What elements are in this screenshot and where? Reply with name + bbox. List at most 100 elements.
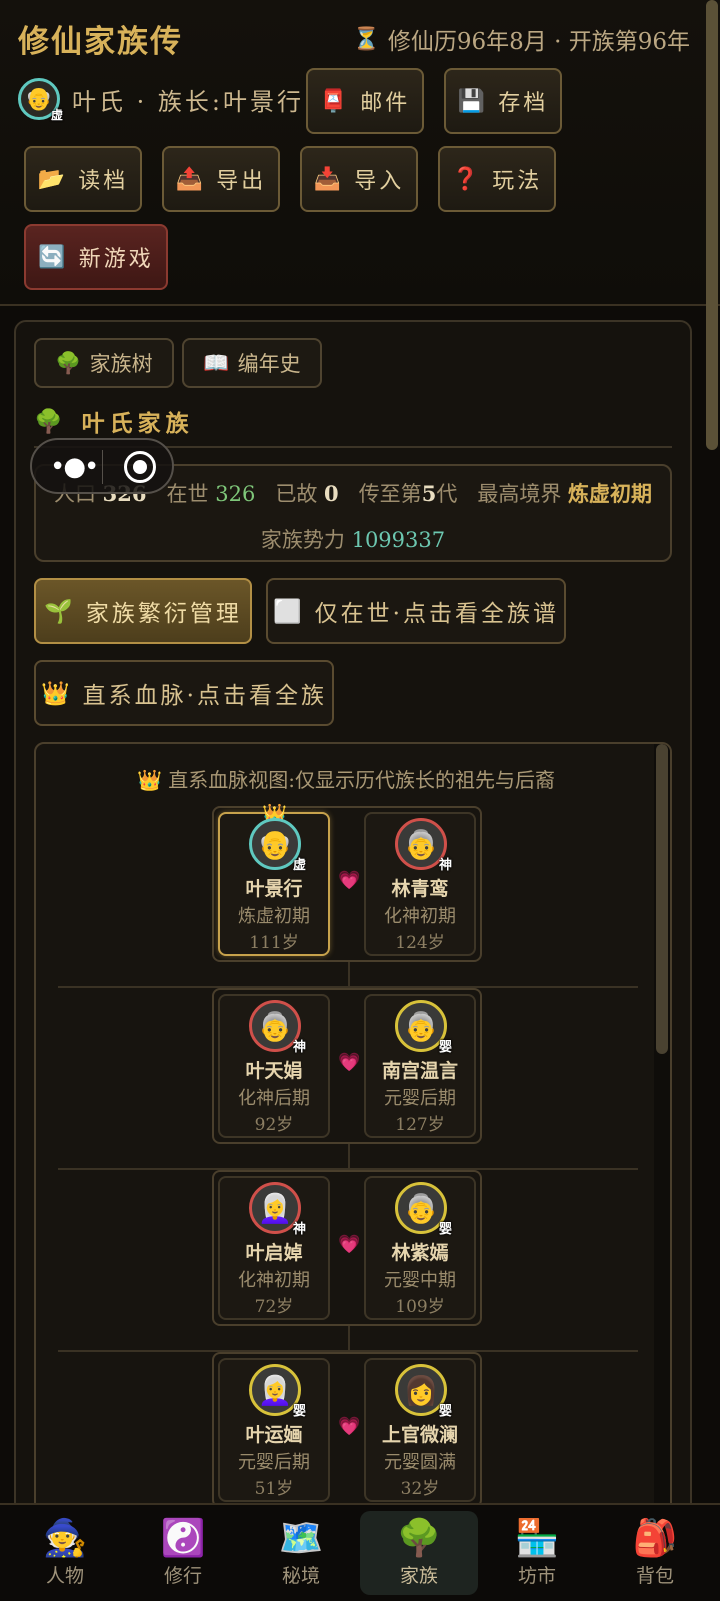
direct-line-toggle[interactable]: 👑 直系血脉·点击看全族 (34, 660, 334, 726)
member-card[interactable]: 👩‍🦳 婴 叶运婳 元婴后期 51岁 (218, 1358, 330, 1502)
member-age: 111岁 (249, 933, 299, 953)
tab-family-tree[interactable]: 🌳 家族树 (34, 338, 174, 388)
woman-icon: 👩 (403, 1373, 439, 1407)
page-scrollbar[interactable] (706, 0, 718, 450)
member-realm: 元婴圆满 (384, 1452, 456, 1473)
nav-label: 人物 (45, 1564, 84, 1587)
realm-badge: 婴 (438, 1404, 452, 1419)
floppy-icon: 💾 (457, 88, 489, 114)
checkbox-icon: ⬜ (273, 598, 305, 625)
nav-backpack[interactable]: 🎒 背包 (596, 1511, 714, 1595)
member-name: 林青鸾 (391, 878, 449, 900)
shop-icon: 🏪 (514, 1517, 560, 1559)
save-button[interactable]: 💾 存档 (444, 68, 562, 134)
mail-button[interactable]: 📮 邮件 (306, 68, 424, 134)
heart-icon: 💗 (338, 1052, 361, 1073)
realm-badge: 神 (292, 1040, 306, 1055)
patriarch-info[interactable]: 👴 虚 叶氏 · 族长:叶景行 (18, 78, 304, 122)
nav-label: 坊市 (517, 1564, 556, 1587)
export-label: 导出 (216, 169, 267, 194)
map-icon: 🗺️ (278, 1517, 324, 1559)
member-card[interactable]: 👩‍🦳 神 叶启婥 化神初期 72岁 (218, 1176, 330, 1320)
question-icon: ❓ (451, 166, 483, 192)
crown-icon: 👑 (136, 768, 162, 792)
member-avatar: 👵 神 (395, 818, 452, 873)
family-name: 叶氏家族 (81, 410, 194, 437)
tab-chronicle[interactable]: 📖 编年史 (182, 338, 322, 388)
member-name: 南宫温言 (381, 1060, 458, 1082)
nav-cultivation[interactable]: ☯️ 修行 (124, 1511, 242, 1595)
power-value: 1099337 (351, 528, 446, 552)
dead-label: 已故 (275, 482, 318, 506)
outbox-icon: 📤 (175, 166, 207, 192)
nav-label: 修行 (163, 1564, 202, 1587)
member-age: 109岁 (395, 1297, 445, 1317)
tree-icon: 🌳 (55, 350, 82, 375)
more-icon[interactable]: •●• (50, 452, 99, 482)
load-button[interactable]: 📂 读档 (24, 146, 142, 212)
nav-market[interactable]: 🏪 坊市 (478, 1511, 596, 1595)
new-game-button[interactable]: 🔄 新游戏 (24, 224, 168, 290)
stats-line-2: 家族势力 1099337 (36, 524, 670, 554)
patriarch-avatar[interactable]: 👴 虚 (18, 78, 63, 122)
generation-suffix: 代 (436, 482, 458, 506)
hourglass-icon: ⏳ (352, 26, 380, 52)
member-card[interactable]: 👵 神 叶天娟 化神后期 92岁 (218, 994, 330, 1138)
member-realm: 化神初期 (384, 906, 456, 927)
member-name: 叶景行 (245, 878, 303, 900)
member-card[interactable]: 👑 👴 虚 叶景行 炼虚初期 111岁 (218, 802, 330, 956)
member-avatar: 👩‍🦳 婴 (249, 1364, 306, 1419)
lineage-connector (348, 960, 350, 986)
member-age: 72岁 (254, 1297, 294, 1317)
generation-value: 5 (421, 481, 437, 506)
book-icon: 📖 (203, 350, 230, 375)
dead-value: 0 (324, 481, 339, 506)
member-age: 51岁 (254, 1479, 294, 1499)
alive-only-toggle[interactable]: ⬜ 仅在世·点击看全族谱 (266, 578, 566, 644)
miniprogram-capsule[interactable]: •●• (30, 438, 174, 494)
seedling-icon: 🌱 (44, 598, 76, 625)
export-button[interactable]: 📤 导出 (162, 146, 280, 212)
new-game-label: 新游戏 (78, 247, 154, 272)
lineage-scrollbar[interactable] (656, 744, 668, 1054)
heart-icon: 💗 (338, 1416, 361, 1437)
member-card[interactable]: 👵 神 林青鸾 化神初期 124岁 (364, 812, 476, 956)
nav-label: 背包 (635, 1564, 674, 1587)
lineage-view[interactable]: 👑 直系血脉视图:仅显示历代族长的祖先与后裔 👑 👴 虚 叶景行 炼虚初期 11… (34, 742, 672, 1601)
nav-secret-realm[interactable]: 🗺️ 秘境 (242, 1511, 360, 1595)
nav-family[interactable]: 🌳 家族 (360, 1511, 478, 1595)
elder-man-icon: 👴 (257, 827, 293, 861)
elder-woman-icon: 👵 (403, 1009, 439, 1043)
top-header: 修仙家族传 ⏳ 修仙历96年8月 · 开族第96年 👴 虚 叶氏 · 族长:叶景… (0, 0, 720, 306)
member-card[interactable]: 👩 婴 上官微澜 元婴圆满 32岁 (364, 1358, 476, 1502)
close-target-icon[interactable] (124, 451, 156, 483)
member-avatar: 👴 虚 (249, 818, 306, 873)
member-card[interactable]: 👵 婴 林紫嫣 元婴中期 109岁 (364, 1176, 476, 1320)
inbox-icon: 📥 (313, 166, 345, 192)
nav-character[interactable]: 🧙 人物 (6, 1511, 124, 1595)
elder-man-icon: 👴 (25, 86, 53, 112)
member-avatar: 👩‍🦳 神 (249, 1182, 306, 1237)
member-name: 叶启婥 (245, 1242, 303, 1264)
member-avatar: 👵 神 (249, 1000, 306, 1055)
load-label: 读档 (78, 169, 129, 194)
realm-badge: 虚 (292, 858, 306, 873)
alive-value: 326 (215, 482, 256, 506)
calendar-display: ⏳ 修仙历96年8月 · 开族第96年 (352, 22, 690, 56)
member-card[interactable]: 👵 婴 南宫温言 元婴后期 127岁 (364, 994, 476, 1138)
backpack-icon: 🎒 (632, 1517, 678, 1559)
member-name: 林紫嫣 (391, 1242, 449, 1264)
tab-family-tree-label: 家族树 (89, 352, 153, 376)
elder-woman-icon: 👵 (403, 1191, 439, 1225)
lineage-caption: 👑 直系血脉视图:仅显示历代族长的祖先与后裔 (36, 764, 656, 793)
realm-badge: 婴 (438, 1040, 452, 1055)
elder-woman-icon: 👵 (403, 827, 439, 861)
couple-generation-2: 👵 神 叶天娟 化神后期 92岁 💗 👵 婴 南宫温言 元婴后期 127岁 (212, 988, 482, 1144)
breeding-management-button[interactable]: 🌱 家族繁衍管理 (34, 578, 252, 644)
help-button[interactable]: ❓ 玩法 (438, 146, 556, 212)
app-title: 修仙家族传 (18, 24, 183, 60)
import-button[interactable]: 📥 导入 (300, 146, 418, 212)
mail-label: 邮件 (360, 91, 411, 116)
member-realm: 元婴中期 (384, 1270, 456, 1291)
realm-badge: 神 (292, 1222, 306, 1237)
